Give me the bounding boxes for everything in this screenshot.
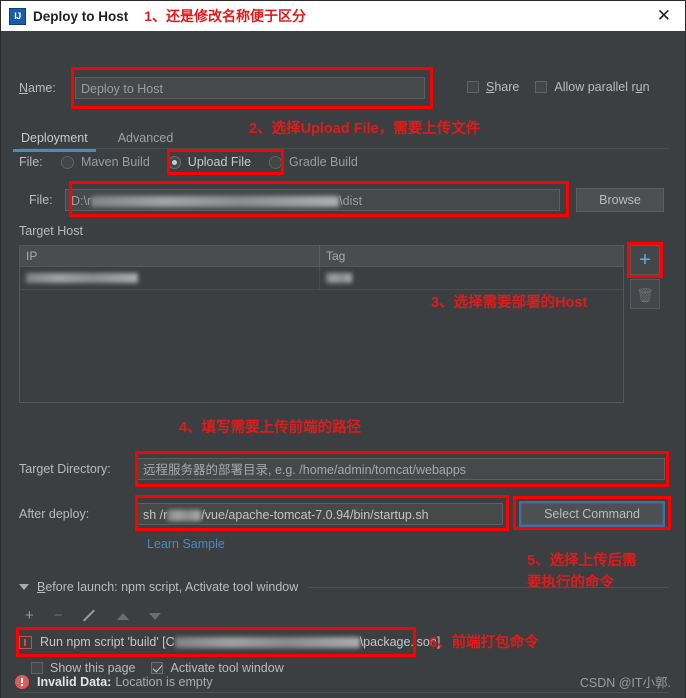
task-prefix: Run npm script 'build' [C <box>40 635 175 649</box>
arrow-down-icon[interactable] <box>148 612 161 620</box>
error-title: Invalid Data: <box>37 674 112 689</box>
file-path-input[interactable]: D:\r \dist <box>65 189 560 211</box>
radio-gradle-build-label: Gradle Build <box>289 155 358 169</box>
triangle-down-icon[interactable] <box>19 584 29 590</box>
radio-maven-build-label: Maven Build <box>81 155 150 169</box>
annotation-2: 2、选择Upload File，需要上传文件 <box>249 121 481 137</box>
after-deploy-redacted <box>167 510 202 522</box>
allow-parallel-b: n <box>642 80 650 94</box>
allow-parallel-run-label: Allow parallel run <box>554 80 649 94</box>
allow-parallel-run-checkbox[interactable] <box>535 81 548 93</box>
tab-bar: Deployment Advanced <box>13 119 201 152</box>
allow-parallel-a: Allow parallel r <box>554 80 636 94</box>
status-bar: Invalid Data: Location is empty CSDN @IT… <box>1 665 685 698</box>
name-input[interactable]: Deploy to Host <box>75 77 425 99</box>
annotation-6: 6、前端打包命令 <box>429 635 539 651</box>
after-deploy-input[interactable]: sh /r/vue/apache-tomcat-7.0.94/bin/start… <box>137 503 503 525</box>
file-path-prefix: D:\r <box>71 194 92 208</box>
after-deploy-prefix: sh /r <box>143 508 168 522</box>
before-launch-divider <box>308 586 669 588</box>
browse-button[interactable]: Browse <box>576 188 664 212</box>
cell-ip-redacted <box>26 273 138 283</box>
name-label-rest: ame: <box>28 81 56 95</box>
remove-task-button[interactable]: − <box>54 607 63 625</box>
title-bar: Deploy to Host 1、还是修改名称便于区分 ✕ <box>1 1 685 31</box>
file-path-redacted <box>91 196 340 208</box>
annotation-3: 3、选择需要部署的Host <box>431 295 588 311</box>
arrow-up-icon[interactable] <box>116 612 129 620</box>
cell-tag-redacted <box>326 273 352 283</box>
pencil-icon[interactable] <box>83 609 97 623</box>
radio-upload-file-label: Upload File <box>187 155 252 169</box>
target-host-label: Target Host <box>19 224 83 238</box>
before-launch-label: Before launch: npm script, Activate tool… <box>37 580 298 594</box>
window-title: Deploy to Host <box>33 8 129 24</box>
intellij-idea-icon <box>9 7 26 25</box>
share-checkbox-row: Share Allow parallel run <box>467 80 650 94</box>
dialog-body: Name: Deploy to Host Share Allow paralle… <box>1 31 685 698</box>
annotation-4: 4、填写需要上传前端的路径 <box>179 420 362 436</box>
name-label: Name: <box>19 81 75 95</box>
cell-ip <box>20 267 320 289</box>
target-directory-input[interactable]: 远程服务器的部署目录, e.g. /home/admin/tomcat/weba… <box>137 458 665 480</box>
error-icon <box>15 674 29 689</box>
target-directory-row: Target Directory: 远程服务器的部署目录, e.g. /home… <box>19 458 665 480</box>
before-launch-header[interactable]: Before launch: npm script, Activate tool… <box>19 580 669 594</box>
npm-icon <box>19 635 32 649</box>
add-host-button[interactable]: + <box>630 245 660 275</box>
file-path-row: File: D:\r \dist Browse <box>19 188 664 212</box>
after-deploy-row: After deploy: sh /r/vue/apache-tomcat-7.… <box>19 501 665 527</box>
error-message: Location is empty <box>115 674 213 689</box>
table-row[interactable] <box>20 267 623 290</box>
name-label-mnemonic: N <box>19 81 29 95</box>
before-launch-toolbar: + − <box>25 606 161 626</box>
share-checkbox[interactable] <box>467 81 479 93</box>
learn-sample-link[interactable]: Learn Sample <box>147 537 225 551</box>
target-directory-label: Target Directory: <box>19 462 111 476</box>
before-launch-task-text: Run npm script 'build' [C \package.json] <box>40 635 440 649</box>
radio-upload-file[interactable] <box>167 155 181 169</box>
watermark: CSDN @IT小郭. <box>579 676 671 690</box>
annotation-1: 1、还是修改名称便于区分 <box>144 8 307 24</box>
select-command-button[interactable]: Select Command <box>519 501 665 527</box>
table-header: IP Tag <box>20 246 623 267</box>
column-header-tag[interactable]: Tag <box>320 246 623 266</box>
deploy-to-host-dialog: Deploy to Host 1、还是修改名称便于区分 ✕ Name: Depl… <box>0 0 686 698</box>
tab-separator <box>19 148 669 149</box>
radio-maven-build[interactable] <box>61 155 74 169</box>
cell-tag <box>320 267 623 289</box>
close-icon[interactable]: ✕ <box>653 1 675 31</box>
annotation-5-line1: 5、选择上传后需 <box>527 553 637 569</box>
file-path-suffix: \dist <box>339 194 363 208</box>
remove-host-button[interactable]: 🗑 <box>630 279 660 309</box>
target-host-table[interactable]: IP Tag <box>19 245 624 403</box>
file-type-row: File: Maven Build Upload File Gradle Bui… <box>19 155 358 169</box>
after-deploy-label: After deploy: <box>19 507 90 521</box>
share-rest: hare <box>494 80 520 94</box>
file-path-label: File: <box>29 193 53 207</box>
tab-deployment[interactable]: Deployment <box>13 131 96 152</box>
after-deploy-suffix: /vue/apache-tomcat-7.0.94/bin/startup.sh <box>201 508 429 522</box>
task-redacted <box>174 637 360 649</box>
name-row: Name: Deploy to Host <box>19 77 425 99</box>
file-type-label: File: <box>19 155 43 169</box>
radio-gradle-build[interactable] <box>269 155 283 169</box>
share-label: Share <box>486 80 519 94</box>
before-launch-task-row[interactable]: Run npm script 'build' [C \package.json] <box>19 630 669 654</box>
column-header-ip[interactable]: IP <box>20 246 320 266</box>
before-launch-rest: efore launch: npm script, Activate tool … <box>45 580 299 594</box>
tab-advanced[interactable]: Advanced <box>116 131 176 145</box>
allow-parallel-mnemonic: u <box>635 80 643 94</box>
add-task-button[interactable]: + <box>25 607 34 625</box>
